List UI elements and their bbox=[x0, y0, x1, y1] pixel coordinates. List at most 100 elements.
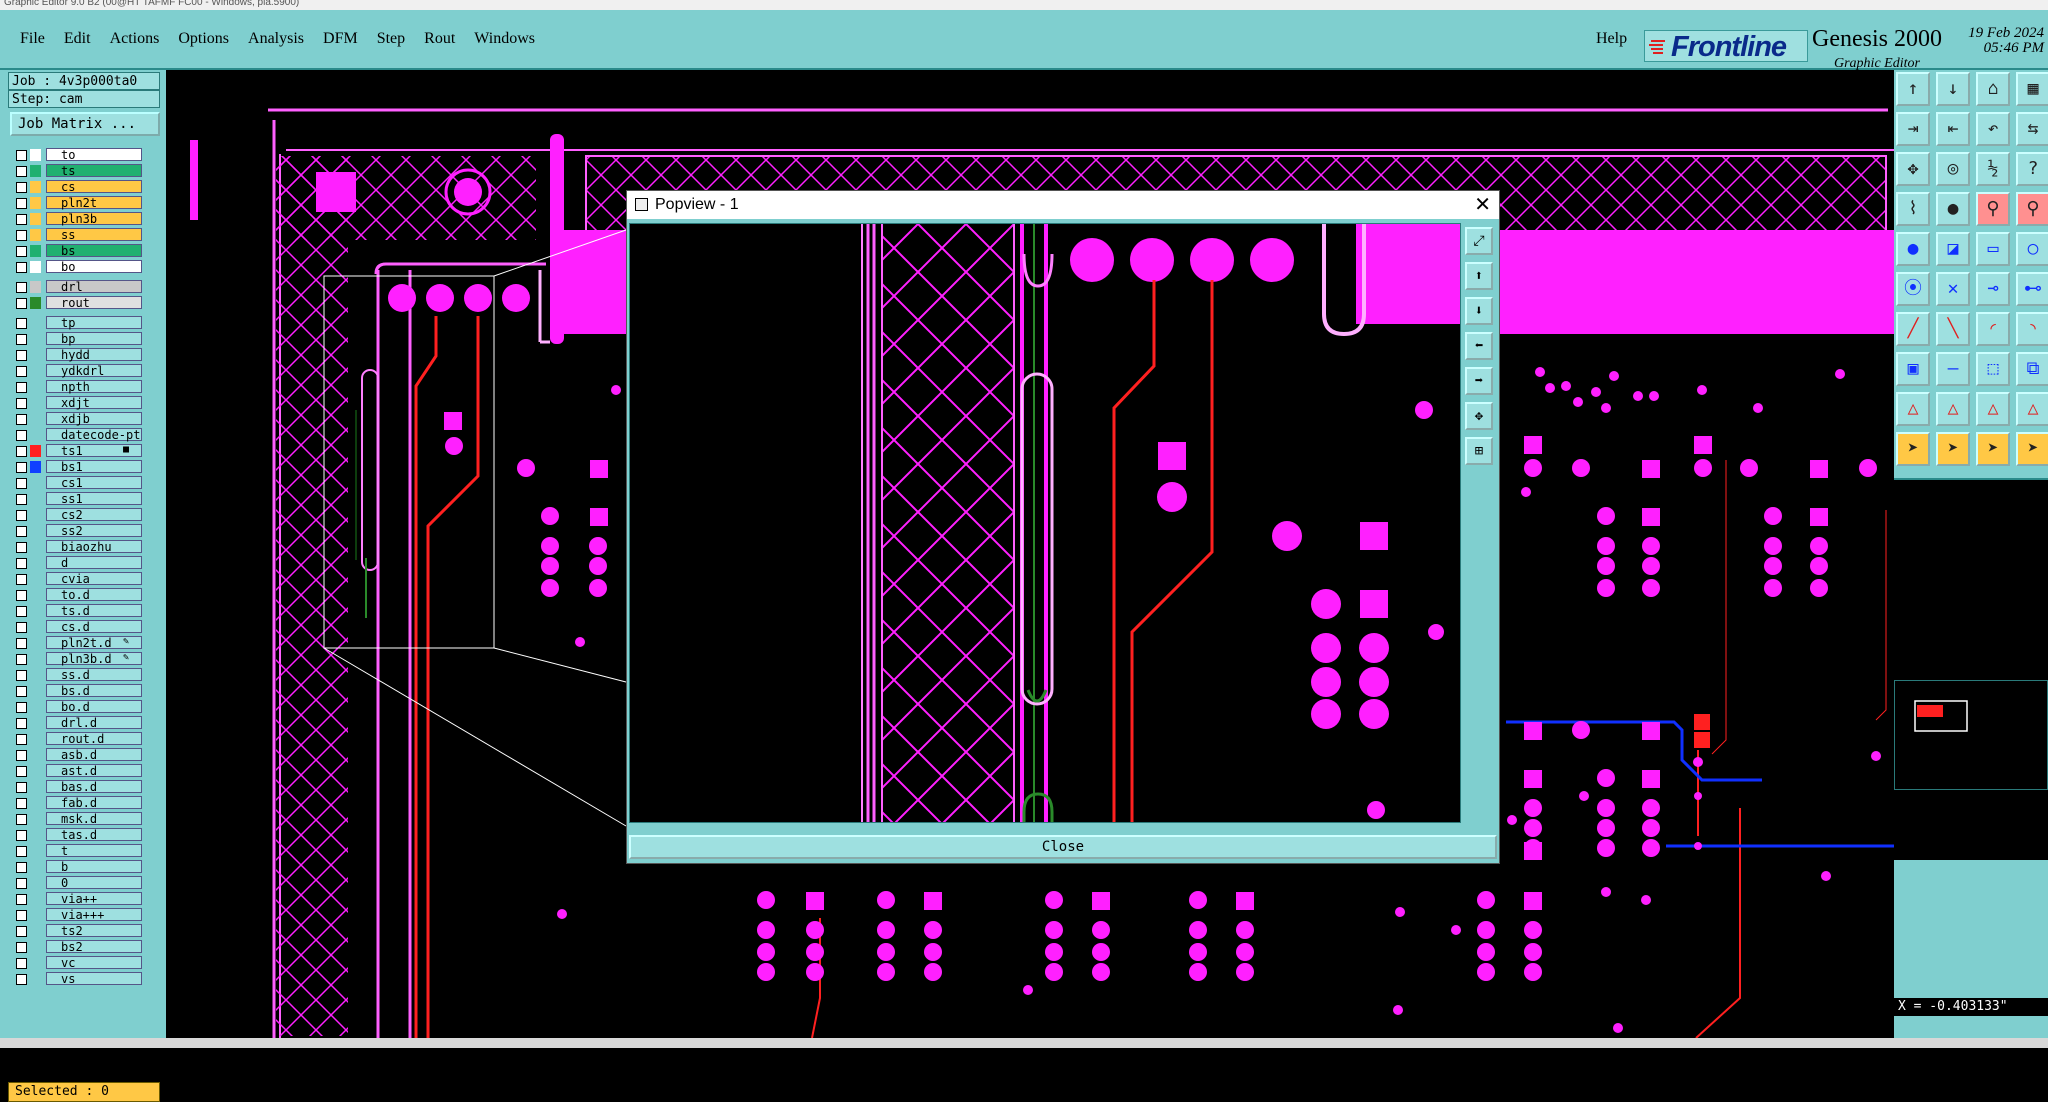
layer-row[interactable]: to bbox=[12, 148, 142, 162]
layer-checkbox[interactable] bbox=[16, 670, 27, 681]
arc-icon[interactable]: ◜ bbox=[1976, 312, 2010, 346]
layer-checkbox[interactable] bbox=[16, 526, 27, 537]
layer-checkbox[interactable] bbox=[16, 298, 27, 309]
layer-row[interactable]: drl bbox=[12, 280, 142, 294]
home-icon[interactable]: ⌂ bbox=[1976, 72, 2010, 106]
layer-row[interactable]: vs bbox=[12, 972, 142, 986]
layer-row[interactable]: t bbox=[12, 844, 142, 858]
layer-name[interactable]: ts bbox=[46, 164, 142, 177]
layer-name[interactable]: via++ bbox=[46, 892, 142, 905]
layer-name[interactable]: cs1 bbox=[46, 476, 142, 489]
popview-close-button[interactable]: Close bbox=[629, 835, 1497, 859]
layer-checkbox[interactable] bbox=[16, 462, 27, 473]
layer-name[interactable]: ast.d bbox=[46, 764, 142, 777]
arc2-icon[interactable]: ◝ bbox=[2016, 312, 2048, 346]
layer-checkbox[interactable] bbox=[16, 926, 27, 937]
layer-row[interactable]: msk.d bbox=[12, 812, 142, 826]
layer-row[interactable]: cs bbox=[12, 180, 142, 194]
layer-checkbox[interactable] bbox=[16, 702, 27, 713]
layer-row[interactable]: ss1 bbox=[12, 492, 142, 506]
layer-name[interactable]: msk.d bbox=[46, 812, 142, 825]
layer-row[interactable]: 0 bbox=[12, 876, 142, 890]
layer-row[interactable]: ts.d bbox=[12, 604, 142, 618]
layer-name[interactable]: bo bbox=[46, 260, 142, 273]
ruler-icon[interactable]: ▭ bbox=[1976, 232, 2010, 266]
pv-left-icon[interactable]: ⬅ bbox=[1465, 332, 1493, 360]
layer-checkbox[interactable] bbox=[16, 750, 27, 761]
layer-checkbox[interactable] bbox=[16, 814, 27, 825]
menu-rout[interactable]: Rout bbox=[424, 30, 455, 48]
minus-icon[interactable]: — bbox=[1936, 352, 1970, 386]
tri3-icon[interactable]: △ bbox=[1976, 392, 2010, 426]
layer-row[interactable]: bs1 bbox=[12, 460, 142, 474]
layer-checkbox[interactable] bbox=[16, 262, 27, 273]
layer-name[interactable]: drl bbox=[46, 280, 142, 293]
layer-name[interactable]: bs.d bbox=[46, 684, 142, 697]
center-icon[interactable]: ◎ bbox=[1936, 152, 1970, 186]
tri4-icon[interactable]: △ bbox=[2016, 392, 2048, 426]
layer-row[interactable]: ts1 ■ bbox=[12, 444, 142, 458]
tri-icon[interactable]: △ bbox=[1896, 392, 1930, 426]
layer-checkbox[interactable] bbox=[16, 334, 27, 345]
layer-name[interactable]: d bbox=[46, 556, 142, 569]
layer-name[interactable]: hydd bbox=[46, 348, 142, 361]
overview-map[interactable] bbox=[1894, 478, 2048, 860]
layer-checkbox[interactable] bbox=[16, 894, 27, 905]
layer-row[interactable]: bs.d bbox=[12, 684, 142, 698]
layer-name[interactable]: bo.d bbox=[46, 700, 142, 713]
menu-dfm[interactable]: DFM bbox=[323, 30, 358, 48]
layer-checkbox[interactable] bbox=[16, 318, 27, 329]
layer-row[interactable]: tp bbox=[12, 316, 142, 330]
layer-name[interactable]: tp bbox=[46, 316, 142, 329]
layer-row[interactable]: rout.d bbox=[12, 732, 142, 746]
layer-row[interactable]: via++ bbox=[12, 892, 142, 906]
layer-checkbox[interactable] bbox=[16, 622, 27, 633]
layer-row[interactable]: pln3b bbox=[12, 212, 142, 226]
layer-row[interactable]: drl.d bbox=[12, 716, 142, 730]
pv-down-icon[interactable]: ⬇ bbox=[1465, 297, 1493, 325]
layer-checkbox[interactable] bbox=[16, 798, 27, 809]
layer-checkbox[interactable] bbox=[16, 782, 27, 793]
layer-row[interactable]: ydkdrl bbox=[12, 364, 142, 378]
layer-name[interactable]: xdjb bbox=[46, 412, 142, 425]
layer-checkbox[interactable] bbox=[16, 430, 27, 441]
layer-name[interactable]: ss bbox=[46, 228, 142, 241]
layer-row[interactable]: npth bbox=[12, 380, 142, 394]
layer-row[interactable]: hydd bbox=[12, 348, 142, 362]
menu-options[interactable]: Options bbox=[178, 30, 229, 48]
layer-row[interactable]: ts2 bbox=[12, 924, 142, 938]
layer-checkbox[interactable] bbox=[16, 910, 27, 921]
layer-checkbox[interactable] bbox=[16, 542, 27, 553]
undo-icon[interactable]: ↶ bbox=[1976, 112, 2010, 146]
layer-row[interactable]: bs2 bbox=[12, 940, 142, 954]
pv-up-icon[interactable]: ⬆ bbox=[1465, 262, 1493, 290]
query-icon[interactable]: ? bbox=[2016, 152, 2048, 186]
select3-icon[interactable]: ➤ bbox=[2016, 432, 2048, 466]
layer-row[interactable]: cvia bbox=[12, 572, 142, 586]
layer-checkbox[interactable] bbox=[16, 366, 27, 377]
menu-edit[interactable]: Edit bbox=[64, 30, 91, 48]
layer-row[interactable]: bp bbox=[12, 332, 142, 346]
layer-checkbox[interactable] bbox=[16, 166, 27, 177]
layer-checkbox[interactable] bbox=[16, 654, 27, 665]
layer-name[interactable]: cs bbox=[46, 180, 142, 193]
layer-name[interactable]: vs bbox=[46, 972, 142, 985]
copy-icon[interactable]: ⧉ bbox=[2016, 352, 2048, 386]
layer-checkbox[interactable] bbox=[16, 214, 27, 225]
layer-name[interactable]: rout bbox=[46, 296, 142, 309]
layer-name[interactable]: ts2 bbox=[46, 924, 142, 937]
layer-row[interactable]: vc bbox=[12, 956, 142, 970]
layer-row[interactable]: bas.d bbox=[12, 780, 142, 794]
layer-checkbox[interactable] bbox=[16, 574, 27, 585]
layer-name[interactable]: ss1 bbox=[46, 492, 142, 505]
layer-name[interactable]: npth bbox=[46, 380, 142, 393]
layer-name[interactable]: bs1 bbox=[46, 460, 142, 473]
layer-checkbox[interactable] bbox=[16, 494, 27, 505]
layer-checkbox[interactable] bbox=[16, 942, 27, 953]
layer-name[interactable]: ss2 bbox=[46, 524, 142, 537]
pattern-icon[interactable]: ◪ bbox=[1936, 232, 1970, 266]
layer-checkbox[interactable] bbox=[16, 182, 27, 193]
layer-checkbox[interactable] bbox=[16, 862, 27, 873]
layer-up-icon[interactable]: ↑ bbox=[1896, 72, 1930, 106]
menu-analysis[interactable]: Analysis bbox=[248, 30, 304, 48]
